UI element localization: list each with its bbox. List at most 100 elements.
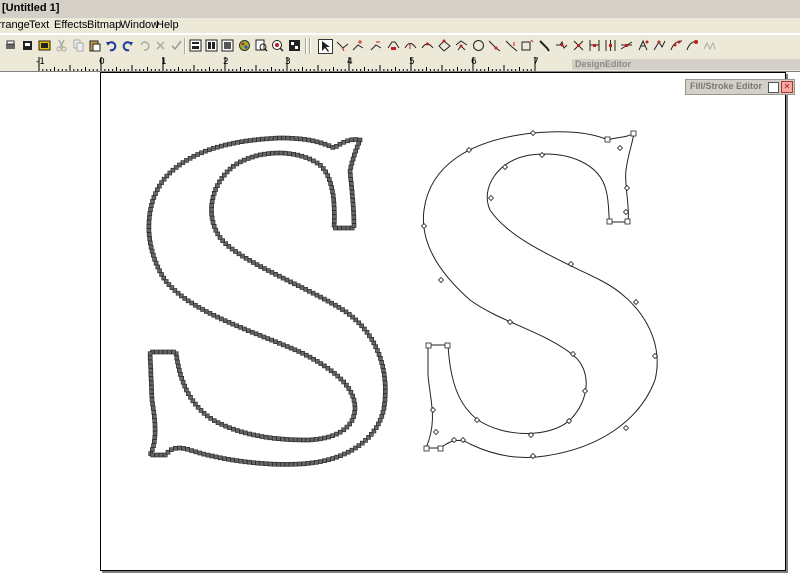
node-handle[interactable] — [210, 220, 216, 225]
node-handle[interactable] — [179, 375, 184, 381]
node-handle[interactable] — [152, 418, 157, 423]
node-handle[interactable] — [238, 159, 243, 165]
node-handle[interactable] — [238, 325, 243, 330]
node-handle[interactable] — [348, 177, 354, 182]
node-handle[interactable] — [267, 461, 273, 467]
node-handle[interactable] — [152, 414, 157, 419]
node-handle[interactable] — [276, 461, 281, 467]
node-handle[interactable] — [333, 225, 338, 231]
node-handle[interactable] — [331, 218, 337, 224]
node-handle[interactable] — [329, 185, 335, 190]
node-handle[interactable] — [245, 156, 251, 161]
node-handle[interactable] — [223, 423, 228, 429]
node-handle[interactable] — [331, 206, 337, 211]
node-handle[interactable] — [213, 187, 218, 192]
node-handle[interactable] — [623, 184, 631, 192]
node-handle[interactable] — [332, 214, 337, 220]
node-handle[interactable] — [350, 194, 355, 199]
node-handle[interactable] — [249, 329, 255, 335]
node-handle[interactable] — [330, 193, 336, 199]
node-handle[interactable] — [157, 268, 162, 274]
node-handle[interactable] — [280, 275, 286, 281]
node-handle[interactable] — [303, 287, 309, 292]
node-handle[interactable] — [147, 211, 153, 216]
node-handle[interactable] — [173, 445, 178, 451]
node-handle[interactable] — [325, 298, 331, 304]
node-handle[interactable] — [284, 344, 290, 349]
node-handle[interactable] — [162, 349, 168, 355]
node-handle[interactable] — [217, 455, 223, 461]
node-handle[interactable] — [185, 446, 190, 452]
node-handle[interactable] — [268, 136, 274, 141]
node-handle[interactable] — [234, 458, 240, 463]
node-handle[interactable] — [292, 437, 298, 443]
node-handle[interactable] — [253, 153, 259, 159]
node-handle[interactable] — [177, 367, 182, 373]
node-handle[interactable] — [148, 359, 153, 365]
node-handle[interactable] — [281, 135, 287, 141]
node-handle[interactable] — [318, 140, 324, 146]
node-handle[interactable] — [425, 342, 432, 349]
node-handle[interactable] — [241, 157, 247, 163]
node-handle[interactable] — [314, 139, 320, 145]
node-handle[interactable] — [334, 431, 339, 437]
node-handle[interactable] — [265, 268, 271, 273]
node-handle[interactable] — [331, 210, 337, 215]
node-handle[interactable] — [181, 446, 186, 451]
node-handle[interactable] — [377, 417, 383, 423]
node-handle[interactable] — [284, 277, 290, 283]
node-handle[interactable] — [207, 147, 212, 153]
node-handle[interactable] — [330, 456, 335, 461]
restore-button[interactable] — [768, 82, 779, 93]
node-handle[interactable] — [149, 248, 155, 254]
node-handle[interactable] — [154, 452, 160, 458]
node-handle[interactable] — [318, 294, 323, 300]
node-handle[interactable] — [276, 436, 281, 442]
node-handle[interactable] — [506, 318, 514, 326]
node-handle[interactable] — [149, 384, 154, 390]
node-handle[interactable] — [326, 434, 331, 440]
node-handle[interactable] — [147, 355, 153, 361]
node-handle[interactable] — [296, 349, 302, 354]
node-handle[interactable] — [189, 448, 194, 453]
node-handle[interactable] — [261, 151, 267, 157]
node-handle[interactable] — [351, 206, 356, 212]
left-s-nodes[interactable] — [146, 135, 388, 467]
node-handle[interactable] — [151, 409, 157, 415]
node-handle[interactable] — [348, 389, 354, 395]
node-handle[interactable] — [148, 244, 154, 250]
node-handle[interactable] — [223, 142, 228, 148]
node-handle[interactable] — [284, 437, 290, 442]
node-handle[interactable] — [238, 458, 244, 464]
node-handle[interactable] — [297, 461, 302, 467]
node-handle[interactable] — [152, 439, 157, 444]
node-handle[interactable] — [288, 279, 293, 285]
node-handle[interactable] — [334, 454, 339, 460]
node-handle[interactable] — [231, 140, 236, 146]
node-handle[interactable] — [151, 195, 157, 200]
node-handle[interactable] — [210, 195, 216, 200]
node-handle[interactable] — [345, 138, 350, 144]
node-handle[interactable] — [213, 227, 219, 233]
node-handle[interactable] — [266, 151, 271, 156]
node-handle[interactable] — [322, 458, 327, 464]
node-handle[interactable] — [293, 461, 298, 467]
node-handle[interactable] — [567, 260, 575, 268]
node-handle[interactable] — [375, 348, 380, 353]
node-handle[interactable] — [177, 445, 182, 451]
node-handle[interactable] — [227, 141, 232, 147]
node-handle[interactable] — [230, 321, 236, 327]
node-handle[interactable] — [305, 461, 311, 466]
node-handle[interactable] — [167, 349, 172, 355]
node-handle[interactable] — [150, 401, 155, 407]
node-handle[interactable] — [326, 457, 331, 463]
node-handle[interactable] — [149, 389, 154, 394]
node-handle[interactable] — [350, 393, 356, 399]
node-handle[interactable] — [174, 355, 180, 361]
node-handle[interactable] — [373, 344, 379, 350]
node-handle[interactable] — [149, 393, 155, 398]
node-handle[interactable] — [211, 146, 216, 151]
node-handle[interactable] — [351, 414, 356, 419]
node-handle[interactable] — [255, 460, 260, 466]
node-handle[interactable] — [209, 199, 215, 204]
